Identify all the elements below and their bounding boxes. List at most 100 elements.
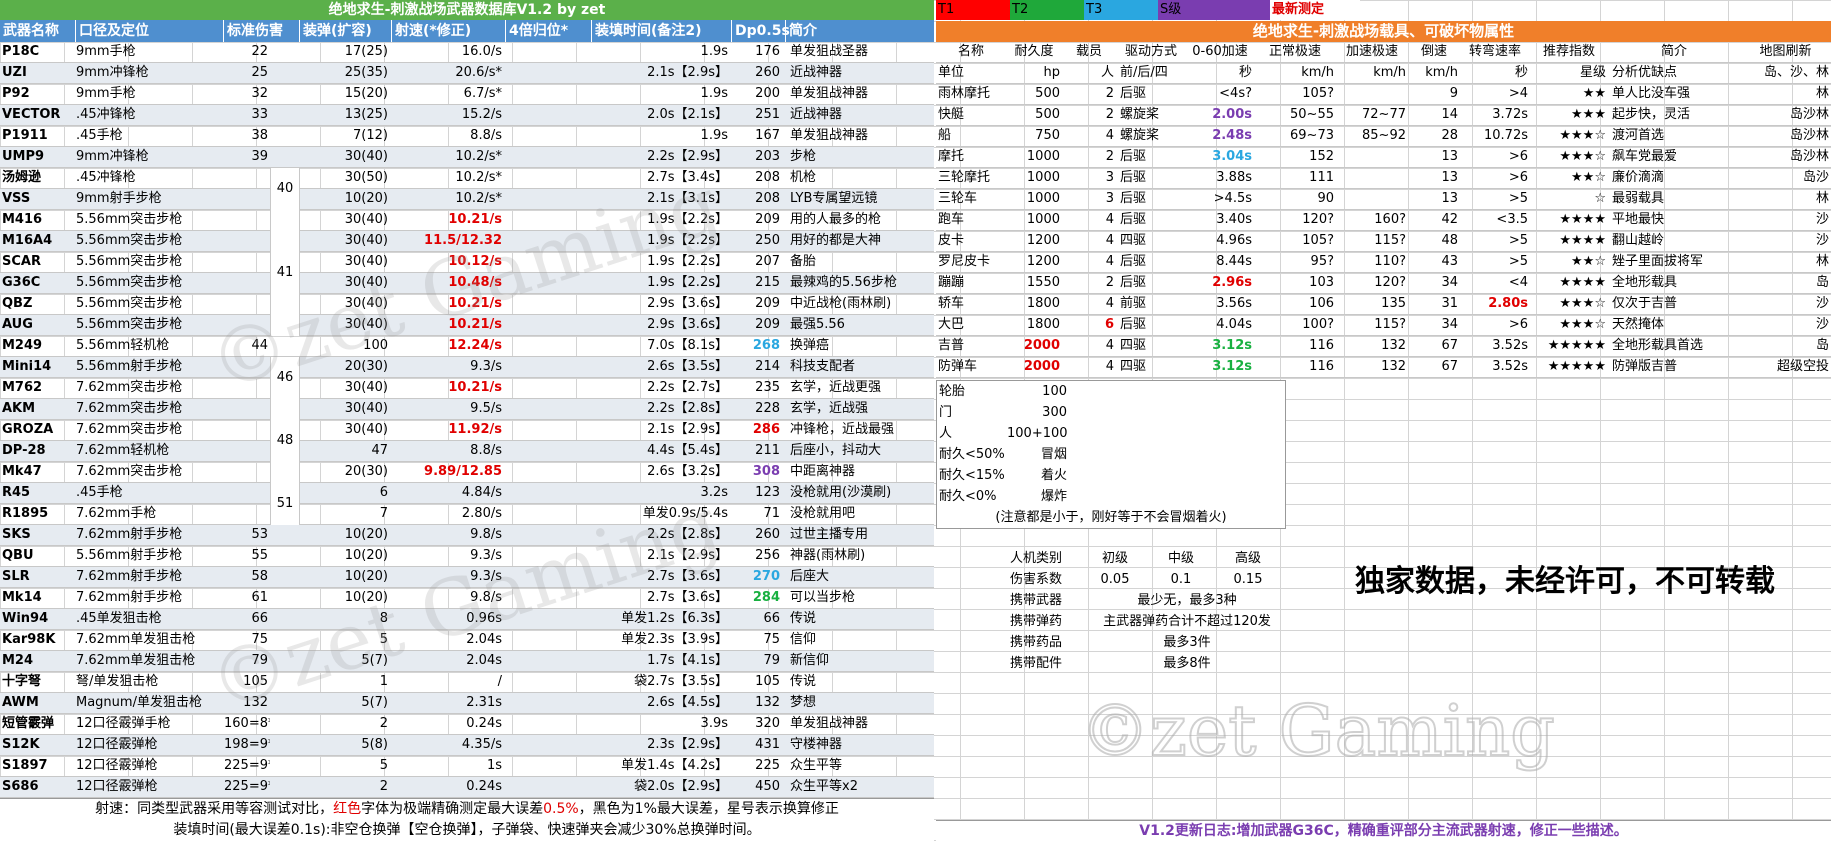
table-row[interactable]: AUG 5.56mm突击步枪 30(40) 10.21/s 2.9s【3.6s】 209 最… [0,315,934,336]
weapon-damage: 25 [251,65,268,80]
header-intro[interactable]: 简介 [786,20,934,42]
table-row[interactable]: UMP9 9mm冲锋枪 39 30(40) 10.2/s* 2.2s【2.9s】 203 步枪 [0,147,934,168]
weapon-fire-rate: 2.80/s [461,506,502,521]
table-row[interactable]: QBU 5.56mm射手步枪 55 10(20) 9.3/s 2.1s【2.9s】 256 神… [0,546,934,567]
table-row[interactable]: S686 12口径霰弹枪 225=9*25 2 0.24s 袋2.0s【2.9s】 450 众… [0,777,934,798]
vehicle-rating: 星级 [1579,65,1606,80]
table-row[interactable]: 船 750 4 螺旋桨 2.48s 69~73 85~92 28 10.72s ★★★☆ 渡河首选 岛… [936,126,1831,147]
table-row[interactable]: Win94 .45单发狙击枪 66 8 0.96s 单发1.2s【6.3s】 66 传说 [0,609,934,630]
table-row[interactable]: 防弹车 2000 4 四驱 3.12s 116 132 67 3.52s ★★★★★ 防弹版吉普 超级… [936,357,1831,378]
weapon-name: UMP9 [2,149,45,164]
table-row[interactable]: SKS 7.62mm射手步枪 53 10(20) 9.8/s 2.2s【2.8s】 260 过… [0,525,934,546]
table-row[interactable]: Kar98K 7.62mm单发狙击枪 75 5 2.04s 单发2.3s【3.9s】 75 信… [0,630,934,651]
weapon-ammo: 5 [379,758,388,773]
weapon-intro: 过世主播专用 [790,527,869,542]
table-row[interactable]: M16A4 5.56mm突击步枪 30(40) 11.5/12.32 1.9s【2.2s… [0,231,934,252]
table-row[interactable]: DP-28 7.62mm轻机枪 47 8.8/s 4.4s【5.4s】 211 后座小，抖动… [0,441,934,462]
weapon-4x-reset [506,42,592,62]
header-weapon-name[interactable]: 武器名称 [0,20,76,42]
weapon-damage: 32 [251,86,268,101]
weapon-caliber: .45冲锋枪 [76,107,136,122]
weapon-name: Kar98K [2,632,56,647]
merged-damage-cell: 41 [270,210,300,336]
weapon-fire-rate: 10.21/s [448,380,502,395]
weapon-ammo: 10(20) [344,569,388,584]
header-ammo[interactable]: 装弹(扩容) [300,20,392,42]
table-row[interactable]: SCAR 5.56mm突击步枪 30(40) 10.12/s 1.9s【2.2s】 207… [0,252,934,273]
table-row[interactable]: Mk47 7.62mm突击步枪 20(30) 9.89/12.85 2.6s【3.2s】… [0,462,934,483]
table-row[interactable]: 罗尼皮卡 1200 4 后驱 8.44s 95? 110? 43 >5 ★★☆ 矬子里面拔将军 林 [936,252,1831,273]
vehicle-turn: 3.72s [1492,107,1528,122]
table-row[interactable]: AKM 7.62mm突击步枪 30(40) 9.5/s 2.2s【2.8s】 228 玄学，… [0,399,934,420]
table-row[interactable]: M762 7.62mm突击步枪 30(40) 10.21/s 2.2s【2.7s】 235… [0,378,934,399]
weapon-intro: 玄学，近战强 [790,401,869,416]
table-row[interactable]: M24 7.62mm单发狙击枪 79 5(7) 2.04s 1.7s【4.1s】 79 新信仰 [0,651,934,672]
header-4x-reset[interactable]: 4倍归位* [506,20,592,42]
table-row[interactable]: P92 9mm手枪 32 15(20) 6.7/s* 1.9s 200 单发狙战神器 [0,84,934,105]
table-row[interactable]: 雨林摩托 500 2 后驱 <4s? 105? 9 >4 ★★ 单人比没车强 林 [936,84,1831,105]
vehicle-intro: 简介 [1660,44,1687,59]
weapon-damage: 44 [251,338,268,353]
table-row[interactable]: UZI 9mm冲锋枪 25 25(35) 20.6/s* 2.1s【2.9s】 260 近战神… [0,63,934,84]
table-row[interactable]: 蹦蹦 1550 2 后驱 2.96s 103 120? 34 <4 ★★★★ 全地形载具 岛 [936,273,1831,294]
table-row[interactable]: 摩托 1000 2 后驱 3.04s 152 13 >6 ★★★☆ 飙车党最爱 岛沙林 [936,147,1831,168]
vehicle-hp: 1550 [1026,275,1060,290]
weapon-intro: 备胎 [790,254,817,269]
table-row[interactable]: R1895 7.62mm手枪 7 2.80/s 单发0.9s/5.4s 71 没枪就用吧 [0,504,934,525]
table-row[interactable]: 汤姆逊 .45冲锋枪 30(50) 10.2/s* 2.7s【3.4s】 208 机枪 [0,168,934,189]
header-fire-rate[interactable]: 射速(*修正) [392,20,506,42]
table-row[interactable]: P18C 9mm手枪 22 17(25) 16.0/s 1.9s 176 单发狙战圣器 [0,42,934,63]
vehicle-reverse: 48 [1441,233,1458,248]
vehicle-crew: 4 [1105,359,1114,374]
table-row[interactable]: QBZ 5.56mm突击步枪 30(40) 10.21/s 2.9s【3.6s】 209 中… [0,294,934,315]
vehicle-turn: 2.80s [1488,296,1528,311]
weapon-4x-reset [506,651,592,671]
table-row[interactable]: AWM Magnum/单发狙击枪 132 5(7) 2.31s 2.6s【4.5s】 132… [0,693,934,714]
table-row[interactable]: 三轮摩托 1000 3 后驱 3.88s 111 13 >6 ★★☆ 廉价滴滴 岛沙 [936,168,1831,189]
weapon-name: GROZA [2,422,54,437]
table-row[interactable]: 短管霰弹 12口径霰弹手枪 160=8*20 2 0.24s 3.9s 320 单发狙战神器 [0,714,934,735]
weapon-name: AKM [2,401,36,416]
vehicle-reverse: 67 [1441,338,1458,353]
vehicle-drive: 四驱 [1120,338,1147,353]
table-row[interactable]: S1897 12口径霰弹枪 225=9*25 5 1s 单发1.4s【4.2s】 225 众生… [0,756,934,777]
weapon-ammo: 30(50) [344,170,388,185]
table-row: 耐久<0% 爆炸 [937,486,1285,507]
table-row[interactable]: 三轮车 1000 3 后驱 >4.5s 90 13 >5 ☆ 最弱载具 林 [936,189,1831,210]
table-row[interactable]: M249 5.56mm轻机枪 44 100 12.24/s 7.0s【8.1s】 268 换弹… [0,336,934,357]
table-row[interactable]: 十字弩 弩/单发狙击枪 105 1 / 袋2.7s【3.5s】 105 传说 [0,672,934,693]
table-row[interactable]: VSS 9mm射手步枪 10(20) 10.2/s* 2.1s【3.1s】 208 LYB专… [0,189,934,210]
weapon-intro: 科技支配者 [790,359,856,374]
vehicle-boost-speed [1336,168,1408,188]
table-row[interactable]: 跑车 1000 4 后驱 3.40s 120? 160? 42 <3.5 ★★★★ 平地最快 沙 [936,210,1831,231]
table-row[interactable]: 快艇 500 2 螺旋桨 2.00s 50~55 72~77 14 3.72s ★★★ 起步快，灵活… [936,105,1831,126]
vehicle-drive: 后驱 [1120,212,1147,227]
vehicle-intro: 分析优缺点 [1612,65,1678,80]
table-row[interactable]: R45 .45手枪 6 4.84/s 3.2s 123 没枪就用(沙漠刷) [0,483,934,504]
weapons-notes: 射速：同类型武器采用等容测试对比，红色字体为极端精确测定最大误差0.5%，黑色为… [0,798,934,842]
table-row[interactable]: VECTOR .45冲锋枪 33 13(25) 15.2/s 2.0s【2.1s】 251 近… [0,105,934,126]
vehicle-reverse: 34 [1441,317,1458,332]
table-row[interactable]: Mini14 5.56mm射手步枪 20(30) 9.3/s 2.6s【3.5s】 214… [0,357,934,378]
table-row[interactable]: M416 5.56mm突击步枪 30(40) 10.21/s 1.9s【2.2s】 209… [0,210,934,231]
table-row[interactable]: P1911 .45手枪 38 7(12) 8.8/s 1.9s 167 单发狙战神器 [0,126,934,147]
weapon-ammo: 30(40) [344,401,388,416]
table-row[interactable]: SLR 7.62mm射手步枪 58 10(20) 9.3/s 2.7s【3.6s】 270 后… [0,567,934,588]
weapon-ammo: 8 [379,611,388,626]
header-caliber[interactable]: 口径及定位 [76,20,224,42]
table-row[interactable]: G36C 5.56mm突击步枪 30(40) 10.48/s 1.9s【2.2s】 215… [0,273,934,294]
weapon-name: QBZ [2,296,33,311]
vehicle-turn: >5 [1508,254,1528,269]
table-row[interactable]: Mk14 7.62mm射手步枪 61 10(20) 9.8/s 2.7s【3.6s】 284… [0,588,934,609]
vehicle-map: 林 [1815,254,1829,269]
table-row[interactable]: 皮卡 1200 4 四驱 4.96s 105? 115? 48 >5 ★★★★ 翻山越岭 沙 [936,231,1831,252]
table-row[interactable]: 大巴 1800 6 后驱 4.04s 100? 115? 34 >6 ★★★☆ 天然掩体 沙 [936,315,1831,336]
header-damage[interactable]: 标准伤害 [224,20,300,42]
table-row[interactable]: GROZA 7.62mm突击步枪 30(40) 11.92/s 2.1s【2.9s】 28… [0,420,934,441]
weapon-4x-reset [506,168,592,188]
table-row[interactable]: 轿车 1800 4 前驱 3.56s 106 135 31 2.80s ★★★☆ 仅次于吉普 沙 [936,294,1831,315]
table-row[interactable]: S12K 12口径霰弹枪 198=9*22 5(8) 4.35/s 2.3s【2.9s】 4… [0,735,934,756]
table-row[interactable]: 吉普 2000 4 四驱 3.12s 116 132 67 3.52s ★★★★★ 全地形载具首选 岛 [936,336,1831,357]
header-reload[interactable]: 装填时间(备注2) [592,20,732,42]
header-dps[interactable]: Dp0.5s [732,20,790,42]
